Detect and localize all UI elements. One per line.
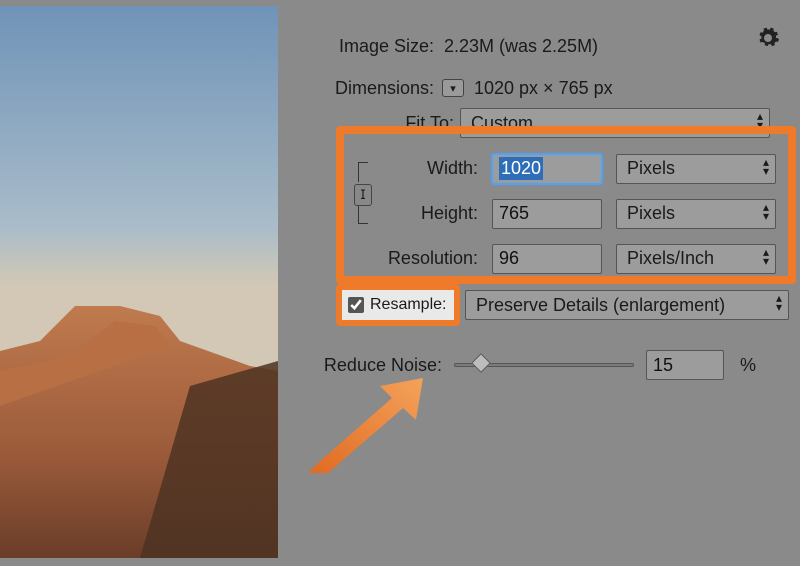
gear-icon[interactable] [756, 26, 780, 50]
dimensions-value: 1020 px × 765 px [474, 78, 613, 99]
fit-to-value: Custom [471, 113, 533, 134]
dimensions-toggle-icon[interactable]: ▾ [442, 79, 464, 97]
reduce-noise-slider[interactable] [454, 356, 634, 374]
chevron-updown-icon: ▴▾ [763, 248, 769, 266]
constrain-proportions-link[interactable]: 𐌆 [354, 162, 376, 224]
resolution-label: Resolution: [378, 248, 478, 269]
chevron-updown-icon: ▴▾ [757, 112, 763, 130]
chevron-updown-icon: ▴▾ [776, 294, 782, 312]
image-size-label: Image Size: [290, 36, 440, 57]
width-label: Width: [378, 158, 478, 179]
width-input[interactable]: 1020 [492, 154, 602, 184]
chevron-updown-icon: ▴▾ [763, 158, 769, 176]
height-label: Height: [378, 203, 478, 224]
link-icon: 𐌆 [354, 184, 372, 206]
resample-highlight: Resample: [336, 284, 460, 326]
resolution-unit-select[interactable]: Pixels/Inch ▴▾ [616, 244, 776, 274]
resample-method-value: Preserve Details (enlargement) [476, 295, 725, 316]
resolution-input[interactable]: 96 [492, 244, 602, 274]
height-input[interactable]: 765 [492, 199, 602, 229]
resample-checkbox[interactable] [348, 297, 364, 313]
resample-label: Resample: [370, 296, 446, 314]
reduce-noise-input[interactable]: 15 [646, 350, 724, 380]
height-unit-select[interactable]: Pixels ▴▾ [616, 199, 776, 229]
width-unit-value: Pixels [627, 158, 675, 179]
resolution-unit-value: Pixels/Inch [627, 248, 714, 269]
resample-method-select[interactable]: Preserve Details (enlargement) ▴▾ [465, 290, 789, 320]
dimensions-label: Dimensions: [290, 78, 440, 99]
percent-symbol: % [740, 355, 756, 376]
image-size-value: 2.23M (was 2.25M) [444, 36, 598, 57]
fit-to-select[interactable]: Custom ▴▾ [460, 108, 770, 138]
reduce-noise-label: Reduce Noise: [300, 355, 442, 376]
preview-image [0, 6, 278, 558]
fit-to-label: Fit To: [290, 113, 460, 134]
chevron-updown-icon: ▴▾ [763, 203, 769, 221]
width-unit-select[interactable]: Pixels ▴▾ [616, 154, 776, 184]
height-unit-value: Pixels [627, 203, 675, 224]
